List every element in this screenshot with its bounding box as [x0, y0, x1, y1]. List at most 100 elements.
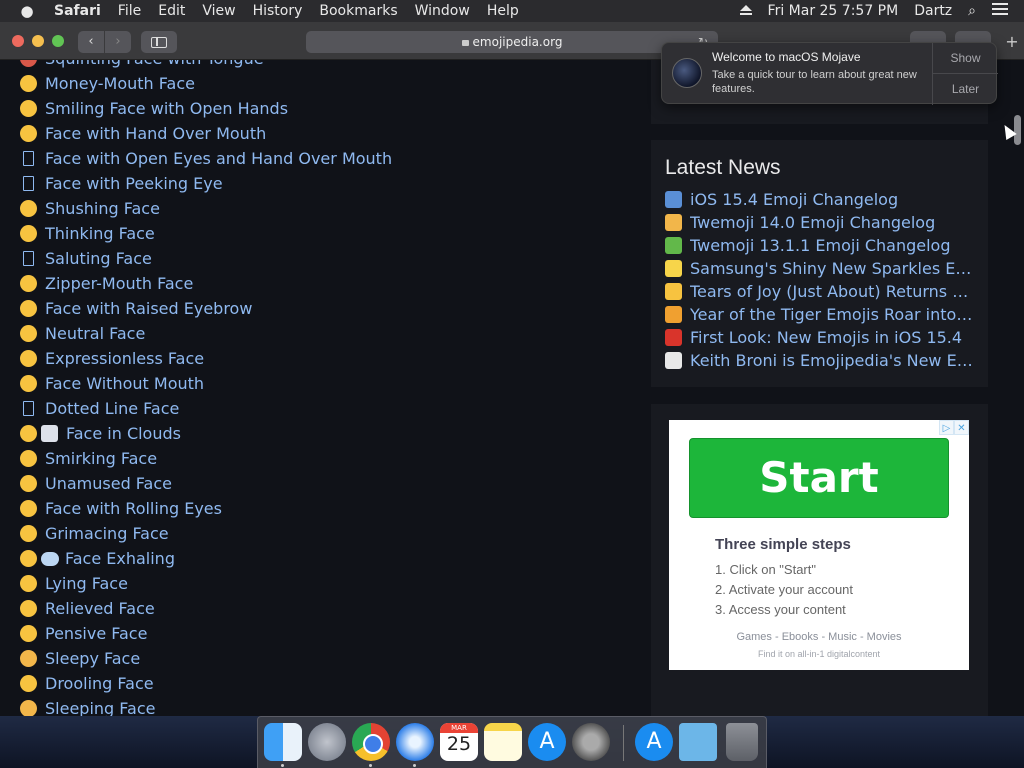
safari-icon[interactable]	[396, 723, 434, 761]
menu-clock[interactable]: Fri Mar 25 7:57 PM	[768, 3, 899, 19]
advertisement[interactable]: ▷ ✕ Start Three simple steps 1. Click on…	[669, 420, 969, 670]
menu-help[interactable]: Help	[487, 3, 519, 19]
emoji-list-item[interactable]: Sleepy Face	[20, 646, 620, 671]
launchpad-icon[interactable]	[308, 723, 346, 761]
emoji-list-label: Smirking Face	[45, 449, 158, 468]
apple-menu-icon[interactable]: ●	[18, 2, 36, 20]
ad-footer: Find it on all-in-1 digitalcontent	[757, 649, 881, 659]
emoji-list-item[interactable]: Face in Clouds	[20, 421, 620, 446]
emoji-list-label: Money-Mouth Face	[45, 74, 195, 93]
emoji-list-item[interactable]: Face with Peeking Eye	[20, 171, 620, 196]
emoji-list-item[interactable]: Sleeping Face	[20, 696, 620, 716]
shushing-icon	[20, 200, 37, 217]
emoji-list-item[interactable]: Squinting Face with Tongue	[20, 60, 620, 71]
emoji-list-item[interactable]: Shushing Face	[20, 196, 620, 221]
emoji-list-label: Neutral Face	[45, 324, 146, 343]
menu-extras: Fri Mar 25 7:57 PM Dartz ⌕	[739, 0, 1024, 22]
news-item[interactable]: Samsung's Shiny New Sparkles Emoji	[665, 257, 977, 280]
emoji-list-item[interactable]: Dotted Line Face	[20, 396, 620, 421]
notification-later-button[interactable]: Later	[933, 74, 998, 105]
emoji-list-item[interactable]: Unamused Face	[20, 471, 620, 496]
emoji-list-item[interactable]: Drooling Face	[20, 671, 620, 696]
news-item[interactable]: Tears of Joy (Just About) Returns as Mos…	[665, 280, 977, 303]
emoji-list-item[interactable]: Neutral Face	[20, 321, 620, 346]
calendar-icon[interactable]: MAR 25	[440, 723, 478, 761]
grimacing-icon	[20, 525, 37, 542]
eject-icon[interactable]	[739, 3, 752, 19]
menu-view[interactable]: View	[202, 3, 235, 19]
menu-app-name[interactable]: Safari	[54, 3, 101, 19]
address-bar[interactable]: emojipedia.org ↻	[306, 31, 718, 53]
news-item-label: First Look: New Emojis in iOS 15.4	[690, 328, 963, 347]
running-indicator	[369, 764, 372, 767]
ad-step: 1. Click on "Start"	[715, 562, 816, 577]
emoji-list-item[interactable]: Grimacing Face	[20, 521, 620, 546]
app-store-download-icon[interactable]: A	[635, 723, 673, 761]
emoji-list-item[interactable]: Pensive Face	[20, 621, 620, 646]
scrollbar-thumb[interactable]	[1014, 115, 1021, 145]
app-store-icon[interactable]: A	[528, 723, 566, 761]
sparkles-icon	[665, 260, 682, 277]
emoji-list-label: Dotted Line Face	[45, 399, 180, 418]
notification-center-icon[interactable]	[992, 3, 1008, 19]
news-item[interactable]: Twemoji 13.1.1 Emoji Changelog	[665, 234, 977, 257]
system-preferences-icon[interactable]	[572, 723, 610, 761]
emoji-list-item[interactable]: Zipper-Mouth Face	[20, 271, 620, 296]
running-indicator	[413, 764, 416, 767]
trash-icon[interactable]	[726, 723, 758, 761]
emoji-list-label: Face with Hand Over Mouth	[45, 124, 267, 143]
tiger-icon	[665, 306, 682, 323]
advertisement-panel: ▷ ✕ Start Three simple steps 1. Click on…	[651, 404, 988, 709]
news-item[interactable]: Keith Broni is Emojipedia's New Editor i…	[665, 349, 977, 372]
menu-history[interactable]: History	[253, 3, 303, 19]
battery-icon	[665, 237, 682, 254]
news-item[interactable]: iOS 15.4 Emoji Changelog	[665, 188, 977, 211]
fullscreen-window-button[interactable]	[52, 35, 64, 47]
emoji-list-item[interactable]: Face Exhaling	[20, 546, 620, 571]
minimize-window-button[interactable]	[32, 35, 44, 47]
news-item[interactable]: Twemoji 14.0 Emoji Changelog	[665, 211, 977, 234]
finder-icon[interactable]	[264, 723, 302, 761]
ad-start-button[interactable]: Start	[689, 438, 949, 518]
emoji-list-label: Face with Open Eyes and Hand Over Mouth	[45, 149, 393, 168]
notes-icon[interactable]	[484, 723, 522, 761]
emoji-list-item[interactable]: Relieved Face	[20, 596, 620, 621]
emoji-list-item[interactable]: Lying Face	[20, 571, 620, 596]
news-item-label: Tears of Joy (Just About) Returns as Mos…	[690, 282, 977, 301]
menu-edit[interactable]: Edit	[158, 3, 185, 19]
notification-show-button[interactable]: Show	[933, 43, 998, 74]
emoji-list-item[interactable]: Face with Hand Over Mouth	[20, 121, 620, 146]
forward-button[interactable]: ›	[105, 31, 131, 53]
menu-window[interactable]: Window	[415, 3, 470, 19]
news-item-label: Samsung's Shiny New Sparkles Emoji	[690, 259, 977, 278]
emoji-list-item[interactable]: Expressionless Face	[20, 346, 620, 371]
adchoices-icon[interactable]: ▷	[939, 420, 954, 435]
emoji-list-item[interactable]: Face with Rolling Eyes	[20, 496, 620, 521]
downloads-folder-icon[interactable]	[679, 723, 717, 761]
emoji-list-item[interactable]: Smirking Face	[20, 446, 620, 471]
emoji-list-item[interactable]: Thinking Face	[20, 221, 620, 246]
new-tab-button[interactable]: +	[1000, 32, 1024, 52]
menu-user[interactable]: Dartz	[914, 3, 952, 19]
emoji-list-label: Relieved Face	[45, 599, 155, 618]
news-item[interactable]: First Look: New Emojis in iOS 15.4	[665, 326, 977, 349]
menu-bar: ● Safari File Edit View History Bookmark…	[0, 0, 1024, 22]
chrome-icon[interactable]	[352, 723, 390, 761]
page-scrollbar[interactable]	[1010, 60, 1024, 716]
page-content: Squinting Face with Tongue Money-Mouth Fa…	[0, 60, 1024, 716]
menu-bookmarks[interactable]: Bookmarks	[319, 3, 397, 19]
close-window-button[interactable]	[12, 35, 24, 47]
emoji-list-item[interactable]: Saluting Face	[20, 246, 620, 271]
ad-close-icon[interactable]: ✕	[954, 420, 969, 435]
emoji-list-item[interactable]: Face Without Mouth	[20, 371, 620, 396]
sidebar-toggle-button[interactable]	[141, 31, 177, 53]
mojave-notification[interactable]: Welcome to macOS Mojave Take a quick tou…	[661, 42, 998, 105]
news-item[interactable]: Year of the Tiger Emojis Roar into Life	[665, 303, 977, 326]
spotlight-search-icon[interactable]: ⌕	[968, 3, 976, 19]
emoji-list-item[interactable]: Money-Mouth Face	[20, 71, 620, 96]
emoji-list-item[interactable]: Face with Raised Eyebrow	[20, 296, 620, 321]
menu-file[interactable]: File	[118, 3, 141, 19]
emoji-list-item[interactable]: Smiling Face with Open Hands	[20, 96, 620, 121]
back-button[interactable]: ‹	[78, 31, 104, 53]
emoji-list-item[interactable]: Face with Open Eyes and Hand Over Mouth	[20, 146, 620, 171]
